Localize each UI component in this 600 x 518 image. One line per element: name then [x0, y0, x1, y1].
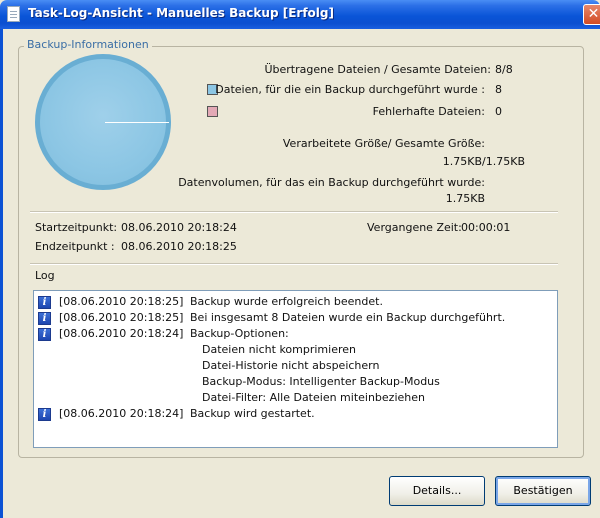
- log-timestamp: [08.06.2010 20:18:24]: [59, 407, 184, 420]
- transferred-value: 8/8: [495, 63, 513, 76]
- processed-size-label: Verarbeitete Größe/ Gesamte Größe:: [282, 137, 485, 150]
- pie-slice-line: [105, 122, 169, 123]
- failed-files-value: 0: [495, 105, 502, 118]
- elapsed-time-label: Vergangene Zeit:: [367, 221, 462, 234]
- log-message: Dateien nicht komprimieren: [202, 343, 356, 356]
- divider: [30, 211, 558, 213]
- close-button[interactable]: ✕: [583, 4, 600, 25]
- elapsed-time-value: 00:00:01: [461, 221, 511, 234]
- log-list[interactable]: i [08.06.2010 20:18:25] Backup wurde erf…: [33, 290, 558, 448]
- log-message: Datei-Historie nicht abspeichern: [202, 359, 380, 372]
- backup-volume-label: Datenvolumen, für das ein Backup durchge…: [178, 176, 485, 189]
- task-log-window: Task-Log-Ansicht - Manuelles Backup [Erf…: [0, 0, 600, 518]
- start-time-label: Startzeitpunkt:: [35, 221, 118, 234]
- log-message: Backup wurde erfolgreich beendet.: [190, 295, 383, 308]
- info-icon: i: [38, 312, 51, 325]
- failed-legend-swatch: [207, 106, 218, 117]
- info-icon: i: [38, 408, 51, 421]
- backed-up-files-label: Dateien, für die ein Backup durchgeführt…: [215, 83, 485, 96]
- log-timestamp: [08.06.2010 20:18:25]: [59, 295, 184, 308]
- document-icon: [7, 6, 20, 22]
- details-button[interactable]: Details...: [389, 476, 485, 506]
- end-time-value: 08.06.2010 20:18:25: [121, 240, 237, 253]
- backup-volume-value: 1.75KB: [445, 192, 485, 205]
- log-timestamp: [08.06.2010 20:18:25]: [59, 311, 184, 324]
- backup-info-legend: Backup-Informationen: [24, 38, 152, 51]
- info-icon: i: [38, 296, 51, 309]
- confirm-button[interactable]: Bestätigen: [495, 476, 591, 506]
- log-timestamp: [08.06.2010 20:18:24]: [59, 327, 184, 340]
- log-message: Datei-Filter: Alle Dateien miteinbeziehe…: [202, 391, 425, 404]
- log-title: Log: [35, 269, 55, 282]
- log-message: Backup-Modus: Intelligenter Backup-Modus: [202, 375, 440, 388]
- window-title: Task-Log-Ansicht - Manuelles Backup [Erf…: [28, 6, 334, 20]
- log-message: Backup wird gestartet.: [190, 407, 315, 420]
- start-time-value: 08.06.2010 20:18:24: [121, 221, 237, 234]
- processed-size-value: 1.75KB/1.75KB: [442, 155, 525, 168]
- log-message: Bei insgesamt 8 Dateien wurde ein Backup…: [190, 311, 506, 324]
- end-time-label: Endzeitpunkt :: [35, 240, 115, 253]
- log-message: Backup-Optionen:: [190, 327, 289, 340]
- failed-files-label: Fehlerhafte Dateien:: [372, 105, 485, 118]
- transferred-label: Übertragene Dateien / Gesamte Dateien:: [264, 63, 491, 76]
- info-icon: i: [38, 328, 51, 341]
- backed-up-files-value: 8: [495, 83, 502, 96]
- divider: [30, 263, 558, 265]
- window-frame: [0, 29, 3, 518]
- title-bar[interactable]: Task-Log-Ansicht - Manuelles Backup [Erf…: [0, 0, 600, 29]
